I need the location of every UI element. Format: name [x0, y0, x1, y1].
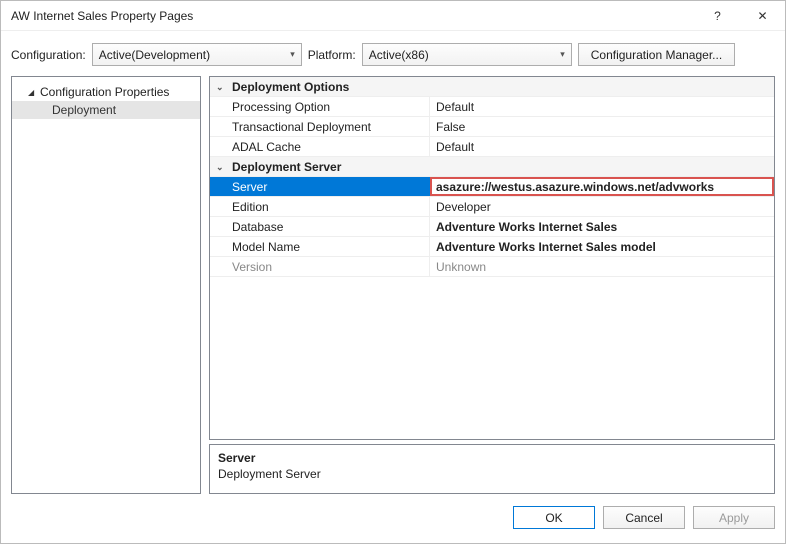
config-manager-button[interactable]: Configuration Manager... [578, 43, 735, 66]
description-title: Server [218, 451, 766, 465]
property-row[interactable]: Transactional DeploymentFalse [210, 117, 774, 137]
property-category[interactable]: ⌄ Deployment Server [210, 157, 774, 177]
property-name: Server [210, 177, 430, 196]
description-text: Deployment Server [218, 467, 766, 481]
close-icon[interactable]: ✕ [740, 1, 785, 31]
configuration-value: Active(Development) [99, 48, 210, 62]
collapse-icon: ◢ [28, 88, 36, 97]
tree-node-deployment[interactable]: Deployment [12, 101, 200, 119]
property-row[interactable]: DatabaseAdventure Works Internet Sales [210, 217, 774, 237]
property-name: Processing Option [210, 97, 430, 116]
property-value[interactable]: Default [430, 137, 774, 156]
chevron-down-icon: ▾ [560, 49, 565, 60]
property-value[interactable]: Default [430, 97, 774, 116]
property-row[interactable]: Processing OptionDefault [210, 97, 774, 117]
property-value[interactable]: Unknown [430, 257, 774, 276]
property-name: Edition [210, 197, 430, 216]
property-value[interactable]: Adventure Works Internet Sales model [430, 237, 774, 256]
configuration-label: Configuration: [11, 48, 86, 62]
help-icon[interactable]: ? [695, 1, 740, 31]
property-name: Database [210, 217, 430, 236]
platform-combo[interactable]: Active(x86) ▾ [362, 43, 572, 66]
property-value[interactable]: Developer [430, 197, 774, 216]
configuration-combo[interactable]: Active(Development) ▾ [92, 43, 302, 66]
property-row[interactable]: ADAL CacheDefault [210, 137, 774, 157]
property-row[interactable]: VersionUnknown [210, 257, 774, 277]
property-name: Model Name [210, 237, 430, 256]
apply-button: Apply [693, 506, 775, 529]
property-name: ADAL Cache [210, 137, 430, 156]
category-label: Deployment Server [232, 157, 341, 177]
tree-node-config-props[interactable]: ◢ Configuration Properties [12, 83, 200, 101]
property-row[interactable]: Model NameAdventure Works Internet Sales… [210, 237, 774, 257]
platform-label: Platform: [308, 48, 356, 62]
cancel-button[interactable]: Cancel [603, 506, 685, 529]
tree-node-label: Configuration Properties [40, 85, 169, 99]
window-title: AW Internet Sales Property Pages [11, 9, 695, 23]
description-pane: Server Deployment Server [209, 444, 775, 494]
property-value[interactable]: asazure://westus.asazure.windows.net/adv… [430, 177, 774, 196]
platform-value: Active(x86) [369, 48, 429, 62]
expand-icon: ⌄ [216, 157, 226, 177]
property-value[interactable]: Adventure Works Internet Sales [430, 217, 774, 236]
property-value[interactable]: False [430, 117, 774, 136]
ok-button[interactable]: OK [513, 506, 595, 529]
titlebar: AW Internet Sales Property Pages ? ✕ [1, 1, 785, 31]
config-bar: Configuration: Active(Development) ▾ Pla… [1, 31, 785, 76]
property-name: Version [210, 257, 430, 276]
property-name: Transactional Deployment [210, 117, 430, 136]
category-label: Deployment Options [232, 77, 349, 97]
nav-tree[interactable]: ◢ Configuration Properties Deployment [11, 76, 201, 494]
property-grid: ⌄Deployment OptionsProcessing OptionDefa… [209, 76, 775, 440]
property-row[interactable]: Serverasazure://westus.asazure.windows.n… [210, 177, 774, 197]
property-category[interactable]: ⌄ Deployment Options [210, 77, 774, 97]
expand-icon: ⌄ [216, 77, 226, 97]
dialog-footer: OK Cancel Apply [1, 494, 785, 543]
chevron-down-icon: ▾ [290, 49, 295, 60]
property-row[interactable]: EditionDeveloper [210, 197, 774, 217]
